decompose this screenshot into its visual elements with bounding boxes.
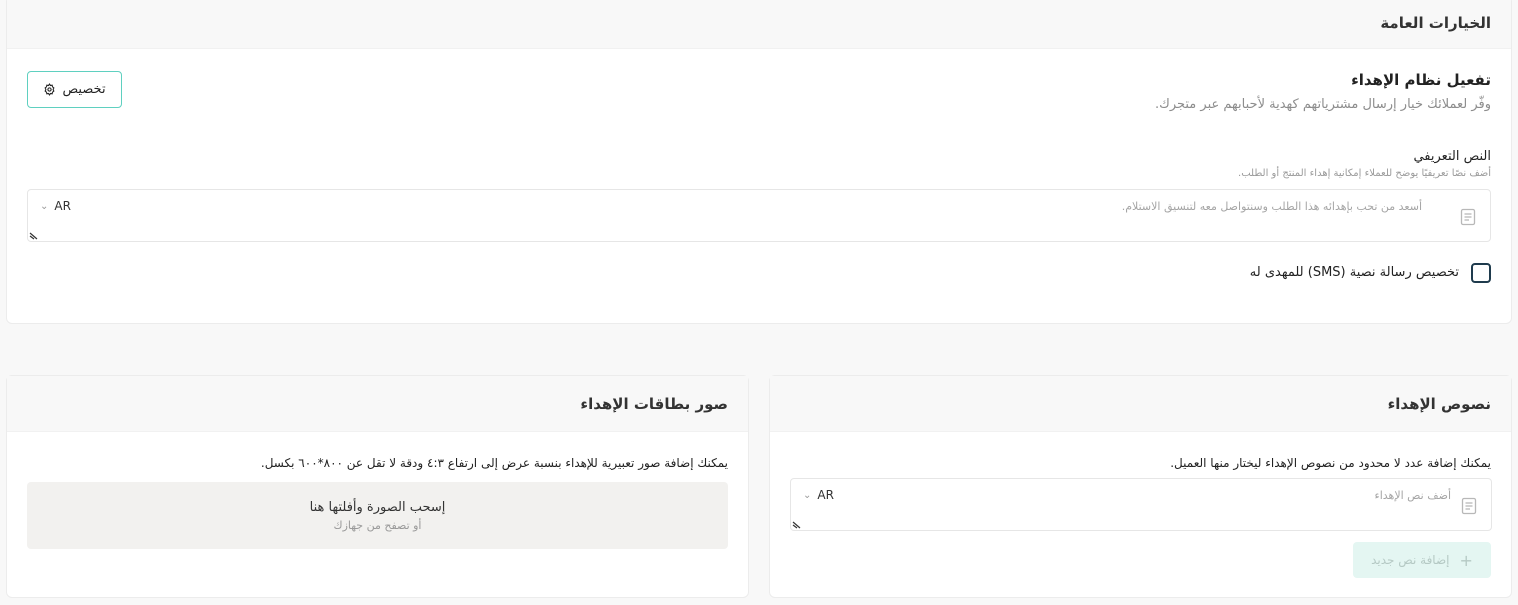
- gift-text-input[interactable]: أضف نص الإهداء AR ⌄: [790, 478, 1492, 531]
- gift-images-description: يمكنك إضافة صور تعبيرية للإهداء بنسبة عر…: [260, 456, 728, 470]
- customize-label: تخصيص: [62, 82, 106, 97]
- add-gift-text-label: إضافة نص جديد: [1371, 553, 1450, 567]
- gift-images-card: صور بطاقات الإهداء يمكنك إضافة صور تعبير…: [6, 375, 749, 598]
- general-options-title: الخيارات العامة: [1380, 13, 1491, 32]
- gifting-title: تفعيل نظام الإهداء: [1351, 71, 1491, 89]
- resize-icon[interactable]: [792, 519, 802, 529]
- language-code: AR: [817, 488, 834, 502]
- gift-texts-card: نصوص الإهداء يمكنك إضافة عدد لا محدود من…: [769, 375, 1512, 598]
- gifting-info: تفعيل نظام الإهداء وفّر لعملائك خيار إرس…: [1155, 71, 1491, 112]
- gift-images-title: صور بطاقات الإهداء: [580, 394, 728, 413]
- gifting-description: وفّر لعملائك خيار إرسال مشترياتهم كهدية …: [1154, 97, 1491, 112]
- intro-language-select[interactable]: AR ⌄: [40, 199, 71, 213]
- intro-text-label-group: النص التعريفي أضف نصًا تعريفيًا يوضح للع…: [1238, 149, 1491, 179]
- document-icon: [1461, 497, 1477, 515]
- customize-button[interactable]: تخصيص: [27, 71, 122, 108]
- language-code: AR: [54, 199, 71, 213]
- dropzone-browse-link[interactable]: أو تصفح من جهازك: [334, 519, 422, 532]
- document-icon: [1460, 208, 1476, 226]
- chevron-down-icon: ⌄: [40, 200, 49, 212]
- gift-texts-description: يمكنك إضافة عدد لا محدود من نصوص الإهداء…: [1170, 456, 1491, 470]
- gift-texts-title: نصوص الإهداء: [1387, 394, 1491, 413]
- intro-text-placeholder: أسعد من تحب بإهدائه هذا الطلب وسنتواصل م…: [1121, 200, 1422, 213]
- plus-icon: +: [1459, 550, 1473, 570]
- gift-text-placeholder: أضف نص الإهداء: [1374, 489, 1451, 502]
- gear-icon: [44, 83, 55, 96]
- intro-text-label: النص التعريفي: [1413, 149, 1491, 164]
- intro-text-input[interactable]: أسعد من تحب بإهدائه هذا الطلب وسنتواصل م…: [27, 189, 1491, 242]
- general-options-header: الخيارات العامة: [7, 0, 1511, 49]
- general-options-card: الخيارات العامة تفعيل نظام الإهداء وفّر …: [6, 0, 1512, 324]
- gift-texts-header: نصوص الإهداء: [770, 376, 1511, 432]
- sms-checkbox[interactable]: [1471, 263, 1491, 283]
- image-dropzone[interactable]: إسحب الصورة وأفلتها هنا أو تصفح من جهازك: [27, 482, 728, 549]
- sms-checkbox-label: تخصيص رسالة نصية (SMS) للمهدى له: [1249, 265, 1459, 280]
- add-gift-text-button[interactable]: + إضافة نص جديد: [1353, 542, 1491, 578]
- dropzone-title: إسحب الصورة وأفلتها هنا: [309, 499, 446, 515]
- gift-text-language-select[interactable]: AR ⌄: [803, 488, 834, 502]
- intro-text-hint: أضف نصًا تعريفيًا يوضح للعملاء إمكانية إ…: [1238, 168, 1491, 179]
- chevron-down-icon: ⌄: [803, 489, 812, 501]
- gift-images-header: صور بطاقات الإهداء: [7, 376, 748, 432]
- resize-icon[interactable]: [29, 230, 39, 240]
